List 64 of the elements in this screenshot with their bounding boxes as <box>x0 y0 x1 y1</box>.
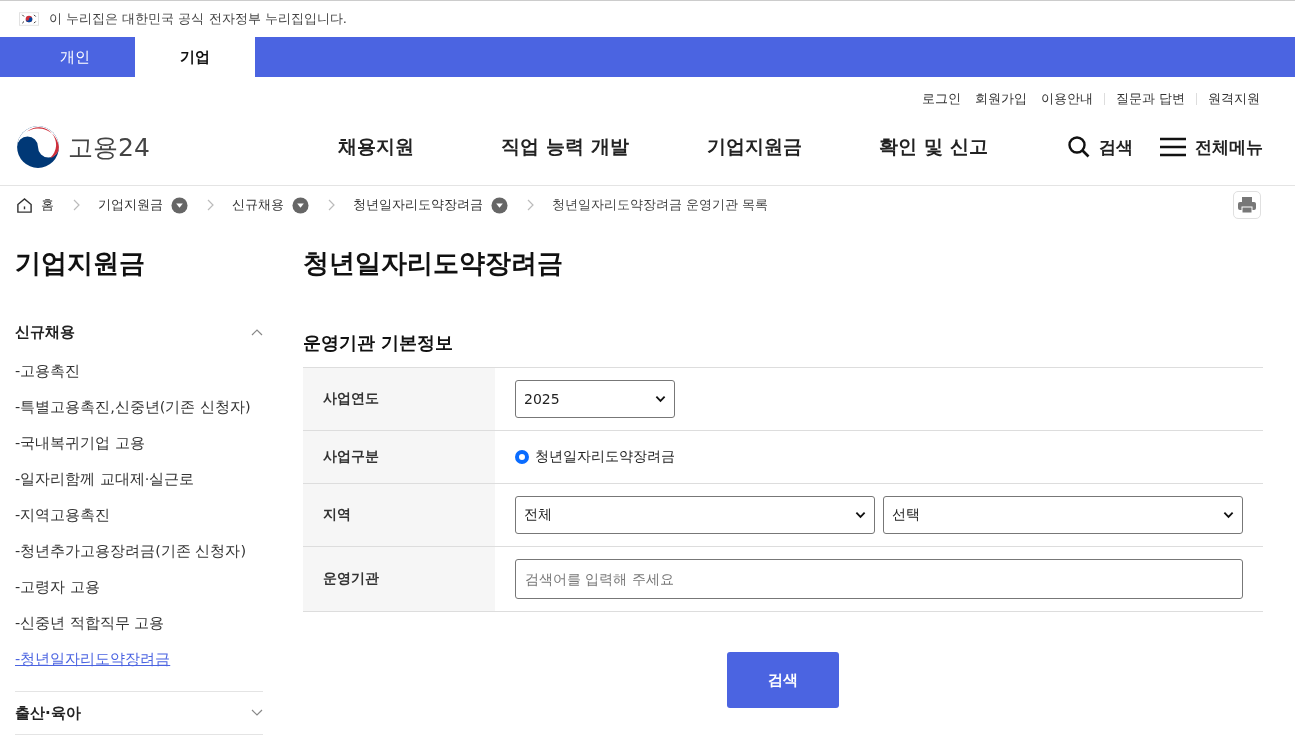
user-type-tab[interactable]: 개인 <box>15 37 135 77</box>
sidebar-item[interactable]: -일자리함께 교대제·실근로 <box>15 461 195 497</box>
select-dropdown[interactable]: 2025 <box>515 380 675 418</box>
breadcrumb-item[interactable]: 청년일자리도약장려금 운영기관 목록 <box>552 196 769 214</box>
logo-icon <box>16 125 60 169</box>
sidebar-item[interactable]: -신중년 적합직무 고용 <box>15 605 165 641</box>
menu-icon <box>1159 136 1187 158</box>
dropdown-icon <box>171 196 188 214</box>
radio-option[interactable]: 청년일자리도약장려금 <box>515 446 675 468</box>
home-icon <box>16 196 33 214</box>
menu-button[interactable]: 전체메뉴 <box>1159 135 1263 159</box>
utility-link[interactable]: 질문과 답변 <box>1112 90 1188 108</box>
form-label: 사업구분 <box>303 431 495 483</box>
chevron-icon <box>251 328 263 336</box>
sidebar-item[interactable]: -국내복귀기업 고용 <box>15 425 145 461</box>
chevron-icon <box>251 709 263 717</box>
utility-link[interactable]: 회원가입 <box>971 90 1030 108</box>
sidebar-item[interactable]: -특별고용촉진,신중년(기존 신청자) <box>15 389 251 425</box>
user-type-tab[interactable]: 기업 <box>135 37 255 77</box>
sidebar-item[interactable]: -청년추가고용장려금(기존 신청자) <box>15 533 247 569</box>
main-nav-item[interactable]: 기업지원금 <box>665 134 844 160</box>
main-nav-item[interactable]: 직업 능력 개발 <box>465 134 665 160</box>
sidebar-item[interactable]: -고령자 고용 <box>15 569 100 605</box>
dropdown-icon <box>491 196 508 214</box>
sidebar-group-header[interactable]: 출산·육아 <box>15 692 263 734</box>
logo-text: 고용24 <box>68 131 150 164</box>
form-label: 운영기관 <box>303 547 495 611</box>
notice-text: 이 누리집은 대한민국 공식 전자정부 누리집입니다. <box>49 10 347 28</box>
flag-icon <box>19 12 39 26</box>
chevron-icon <box>72 199 80 211</box>
caret-icon <box>655 395 666 403</box>
breadcrumb-item[interactable]: 신규채용 <box>232 196 309 214</box>
radio-button[interactable] <box>515 450 529 464</box>
breadcrumb-item[interactable]: 홈 <box>16 196 54 214</box>
utility-link[interactable]: 이용안내 <box>1037 90 1096 108</box>
chevron-icon <box>206 199 214 211</box>
caret-icon <box>1223 511 1234 519</box>
sidebar-item[interactable]: -고용촉진 <box>15 353 81 389</box>
breadcrumb-item[interactable]: 청년일자리도약장려금 <box>353 196 508 214</box>
utility-link[interactable]: 원격지원 <box>1205 90 1263 108</box>
sidebar-group-header[interactable]: 신규채용 <box>15 311 263 353</box>
chevron-icon <box>327 199 335 211</box>
search-field[interactable]: 검색어를 입력해 주세요 <box>515 559 1243 599</box>
breadcrumb-item[interactable]: 기업지원금 <box>98 196 188 214</box>
search-submit-button[interactable]: 검색 <box>727 652 839 708</box>
select-dropdown[interactable]: 선택 <box>883 496 1243 534</box>
chevron-icon <box>526 199 534 211</box>
section-title: 운영기관 기본정보 <box>303 331 455 355</box>
search-button[interactable]: 검색 <box>1067 135 1133 159</box>
caret-icon <box>855 511 866 519</box>
page-title: 청년일자리도약장려금 <box>303 247 564 280</box>
sidebar-item[interactable]: -청년일자리도약장려금 <box>15 641 171 677</box>
dropdown-icon <box>292 196 309 214</box>
printer-icon <box>1237 195 1257 215</box>
main-nav-item[interactable]: 확인 및 신고 <box>844 134 1023 160</box>
form-label: 지역 <box>303 484 495 546</box>
select-dropdown[interactable]: 전체 <box>515 496 875 534</box>
sidebar-title: 기업지원금 <box>15 247 146 280</box>
search-icon <box>1067 135 1091 159</box>
main-nav-item[interactable]: 채용지원 <box>286 134 465 160</box>
sidebar-item[interactable]: -지역고용촉진 <box>15 497 111 533</box>
print-button[interactable] <box>1233 191 1261 219</box>
form-label: 사업연도 <box>303 368 495 430</box>
utility-link[interactable]: 로그인 <box>918 90 964 108</box>
